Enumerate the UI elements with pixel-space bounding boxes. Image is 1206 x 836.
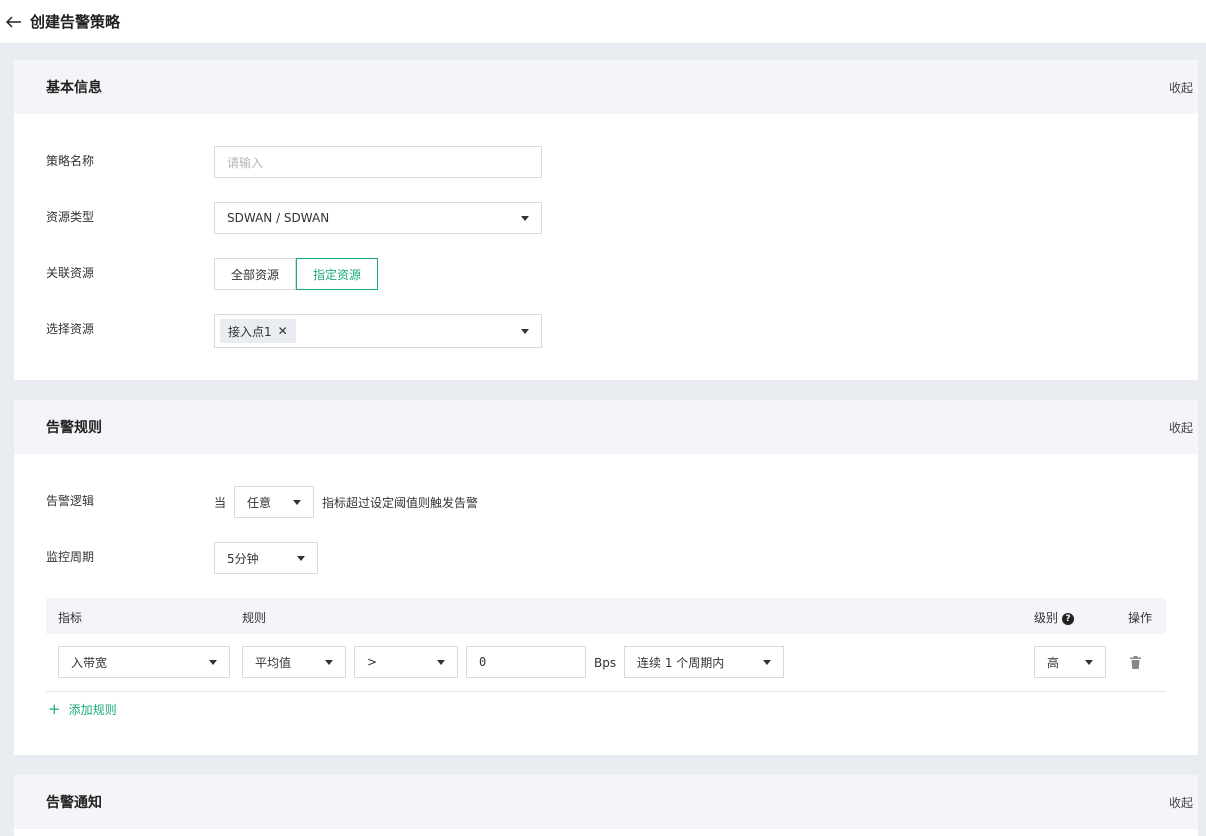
table-row: 入带宽 平均值 > 0 Bps 连续 1 个周期内 高 [46,636,1166,692]
chevron-down-icon [297,555,305,561]
alarm-notify-card: 告警通知 收起 [14,775,1198,836]
assoc-specified-button[interactable]: 指定资源 [296,258,379,290]
alarm-rules-title: 告警规则 [46,420,102,436]
assoc-all-button[interactable]: 全部资源 [214,258,297,290]
threshold-input[interactable]: 0 [466,646,586,678]
alarm-rules-collapse-link[interactable]: 收起 [1169,419,1193,436]
alarm-rules-card: 告警规则 收起 告警逻辑 当 任意 指标超过设定阈值则触发告警 监控周期 5分钟… [14,400,1198,755]
back-arrow-icon[interactable] [4,12,24,32]
alarm-logic-select[interactable]: 任意 [234,486,314,518]
add-rule-label: 添加规则 [68,702,117,717]
resource-type-value: SDWAN / SDWAN [227,211,330,225]
operator-value: > [367,655,378,669]
duration-select[interactable]: 连续 1 个周期内 [624,646,784,678]
level-select[interactable]: 高 [1034,646,1106,678]
monitor-period-label: 监控周期 [46,550,95,564]
duration-value: 连续 1 个周期内 [637,655,725,670]
page-title: 创建告警策略 [30,13,121,31]
operator-select[interactable]: > [354,646,458,678]
level-value: 高 [1047,655,1060,670]
aggregation-select[interactable]: 平均值 [242,646,346,678]
monitor-period-value: 5分钟 [227,551,259,566]
trash-icon[interactable] [1130,656,1141,672]
plus-icon: + [48,700,61,718]
resource-type-select[interactable]: SDWAN / SDWAN [214,202,542,234]
chevron-down-icon [521,215,529,221]
top-bar: 创建告警策略 [0,0,1206,44]
metric-select[interactable]: 入带宽 [58,646,230,678]
resource-type-label: 资源类型 [46,210,95,224]
alarm-notify-title: 告警通知 [46,795,102,811]
alarm-logic-value: 任意 [247,495,272,510]
add-rule-button[interactable]: + 添加规则 [48,700,117,718]
select-resource-label: 选择资源 [46,322,95,336]
alarm-notify-collapse-link[interactable]: 收起 [1169,794,1193,811]
logic-prefix: 当 [214,496,227,510]
chevron-down-icon [209,659,217,665]
col-level: 级别? [1034,609,1075,626]
metric-value: 入带宽 [71,655,108,670]
help-icon[interactable]: ? [1062,612,1075,625]
basic-info-title: 基本信息 [46,80,102,96]
basic-info-card: 基本信息 收起 策略名称 请输入 资源类型 SDWAN / SDWAN 关联资源… [14,60,1198,380]
close-icon[interactable]: ✕ [278,324,288,338]
col-level-label: 级别 [1034,611,1059,625]
threshold-unit: Bps [594,656,617,670]
chevron-down-icon [325,659,333,665]
chevron-down-icon [521,328,529,334]
alarm-notify-header: 告警通知 收起 [14,775,1198,829]
rule-table-header: 指标 规则 级别? 操作 [46,598,1166,634]
policy-name-input[interactable]: 请输入 [214,146,542,178]
basic-info-header: 基本信息 收起 [14,60,1198,114]
select-resource-multiselect[interactable]: 接入点1 ✕ [214,314,542,348]
resource-tag: 接入点1 ✕ [220,319,296,343]
chevron-down-icon [437,659,445,665]
chevron-down-icon [763,659,771,665]
assoc-resource-label: 关联资源 [46,266,95,280]
chevron-down-icon [293,499,301,505]
col-metric: 指标 [58,611,83,625]
monitor-period-select[interactable]: 5分钟 [214,542,318,574]
alarm-logic-label: 告警逻辑 [46,494,95,508]
logic-suffix: 指标超过设定阈值则触发告警 [322,496,479,510]
assoc-resource-segmented: 全部资源 指定资源 [214,258,379,290]
aggregation-value: 平均值 [255,655,292,670]
resource-tag-label: 接入点1 [228,324,272,339]
alarm-rules-header: 告警规则 收起 [14,400,1198,454]
col-rule: 规则 [242,611,267,625]
col-action: 操作 [1128,611,1153,625]
chevron-down-icon [1085,659,1093,665]
policy-name-label: 策略名称 [46,154,95,168]
basic-info-collapse-link[interactable]: 收起 [1169,79,1193,96]
